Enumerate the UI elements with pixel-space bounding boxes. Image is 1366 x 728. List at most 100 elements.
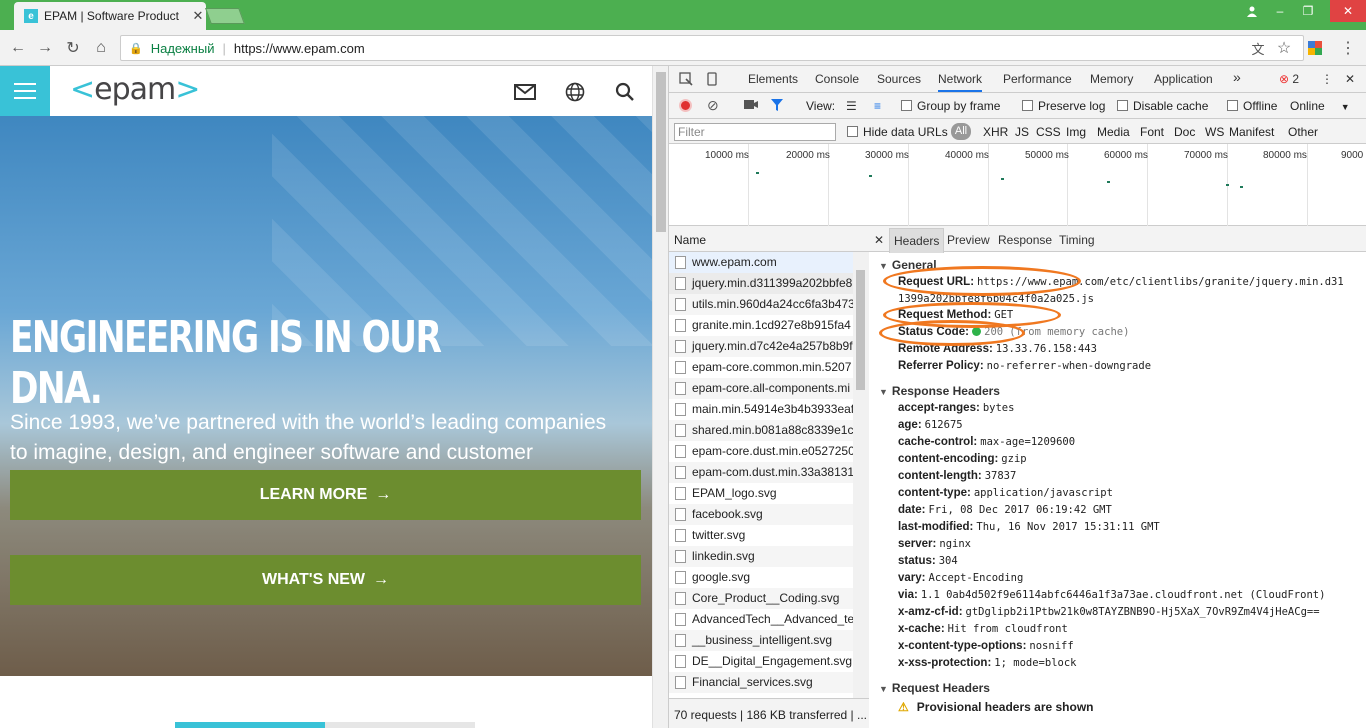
device-toggle-icon[interactable]: [705, 72, 719, 89]
filter-type-manifest[interactable]: Manifest: [1229, 125, 1274, 139]
request-row[interactable]: epam-core.dust.min.e0527250: [669, 441, 853, 462]
request-row[interactable]: epam-core.common.min.5207: [669, 357, 853, 378]
response-headers-section-header[interactable]: ▼ Response Headers: [879, 384, 1000, 398]
waterfall-icon[interactable]: ≡: [874, 99, 881, 113]
filter-type-media[interactable]: Media: [1097, 125, 1130, 139]
close-tab-icon[interactable]: ✕: [190, 8, 206, 24]
request-row[interactable]: epam-com.dust.min.33a38131: [669, 462, 853, 483]
filter-type-img[interactable]: Img: [1066, 125, 1086, 139]
request-row[interactable]: DE__Digital_Engagement.svg: [669, 651, 853, 672]
filter-type-js[interactable]: JS: [1015, 125, 1029, 139]
globe-icon[interactable]: [563, 80, 587, 104]
close-devtools-icon[interactable]: ✕: [1345, 72, 1355, 86]
close-window-button[interactable]: ✕: [1330, 0, 1366, 22]
devtools-menu-icon[interactable]: ⋮: [1321, 72, 1333, 86]
new-tab-button[interactable]: [205, 8, 245, 24]
disable-cache-checkbox[interactable]: Disable cache: [1117, 99, 1208, 113]
filter-type-doc[interactable]: Doc: [1174, 125, 1195, 139]
error-counter[interactable]: ⊗ 2: [1279, 72, 1299, 86]
request-row[interactable]: jquery.min.d7c42e4a257b8b9f: [669, 336, 853, 357]
tab-memory[interactable]: Memory: [1090, 72, 1133, 86]
url-text: https://www.epam.com: [233, 40, 365, 56]
tab-sources[interactable]: Sources: [877, 72, 921, 86]
timeline-request-mark: [1226, 184, 1229, 186]
tab-network[interactable]: Network: [938, 72, 983, 92]
more-tabs-icon[interactable]: »: [1233, 69, 1241, 85]
filter-funnel-icon[interactable]: [770, 98, 784, 115]
reload-button[interactable]: ↻: [63, 38, 83, 58]
record-icon[interactable]: [679, 99, 692, 112]
close-detail-icon[interactable]: ✕: [874, 233, 884, 247]
request-name: __business_intelligent.svg: [692, 633, 833, 647]
request-row[interactable]: twitter.svg: [669, 525, 853, 546]
epam-logo[interactable]: <epam>: [70, 72, 200, 107]
preserve-log-checkbox[interactable]: Preserve log: [1022, 99, 1105, 113]
request-row[interactable]: www.epam.com: [669, 252, 853, 273]
maximize-button[interactable]: ❐: [1294, 0, 1322, 22]
request-row[interactable]: Core_Product__Coding.svg: [669, 588, 853, 609]
forward-button[interactable]: →: [35, 38, 55, 58]
filter-input[interactable]: Filter: [674, 123, 836, 141]
request-row[interactable]: google.svg: [669, 567, 853, 588]
translate-icon[interactable]: 文: [1248, 38, 1268, 58]
header-value: 37837: [984, 470, 1017, 482]
search-icon[interactable]: [613, 80, 637, 104]
request-row[interactable]: __business_intelligent.svg: [669, 630, 853, 651]
browser-tab-active[interactable]: e EPAM | Software Product ✕: [14, 2, 206, 30]
tab-elements[interactable]: Elements: [748, 72, 798, 86]
request-row[interactable]: linkedin.svg: [669, 546, 853, 567]
request-row[interactable]: granite.min.1cd927e8b915fa4: [669, 315, 853, 336]
back-button[interactable]: ←: [8, 38, 28, 58]
request-row[interactable]: utils.min.960d4a24cc6fa3b473: [669, 294, 853, 315]
learn-more-button[interactable]: LEARN MORE →: [10, 470, 641, 520]
request-row[interactable]: facebook.svg: [669, 504, 853, 525]
clear-icon[interactable]: ⊘: [707, 97, 719, 114]
extension-icon[interactable]: [1305, 38, 1325, 58]
header-key: vary:: [898, 572, 926, 584]
address-bar[interactable]: 🔒 Надежный | https://www.epam.com: [120, 35, 1304, 61]
home-button[interactable]: ⌂: [91, 38, 111, 58]
user-profile-icon[interactable]: [1238, 0, 1266, 22]
filter-type-css[interactable]: CSS: [1036, 125, 1061, 139]
browser-menu-icon[interactable]: ⋮: [1338, 38, 1358, 58]
tab-headers[interactable]: Headers: [889, 228, 945, 253]
request-row[interactable]: AdvancedTech__Advanced_tec: [669, 609, 853, 630]
inspect-element-icon[interactable]: [679, 72, 693, 89]
request-row[interactable]: jquery.min.d311399a202bbfe8: [669, 273, 853, 294]
name-column-header[interactable]: Name: [669, 226, 869, 252]
filter-type-font[interactable]: Font: [1140, 125, 1164, 139]
tab-timing[interactable]: Timing: [1059, 233, 1095, 247]
request-row[interactable]: main.min.54914e3b4b3933eaf: [669, 399, 853, 420]
mail-icon[interactable]: [513, 80, 537, 104]
screenshot-camera-icon[interactable]: [743, 97, 759, 114]
header-value: max-age=1209600: [980, 436, 1076, 448]
filter-type-other[interactable]: Other: [1288, 125, 1318, 139]
request-row[interactable]: Financial_services.svg: [669, 672, 853, 693]
large-rows-icon[interactable]: ☰: [846, 99, 857, 113]
filter-type-all[interactable]: All: [951, 123, 971, 140]
network-overview-timeline[interactable]: 10000 ms 20000 ms 30000 ms 40000 ms 5000…: [669, 144, 1366, 226]
carousel-indicator[interactable]: [175, 722, 475, 728]
page-scrollbar[interactable]: [652, 66, 668, 728]
request-row[interactable]: EPAM_logo.svg: [669, 483, 853, 504]
request-headers-section-header[interactable]: ▼ Request Headers: [879, 681, 990, 695]
tab-application[interactable]: Application: [1154, 72, 1213, 86]
whats-new-button[interactable]: WHAT'S NEW →: [10, 555, 641, 605]
throttling-select[interactable]: Online ▼: [1290, 99, 1350, 113]
hide-data-urls-checkbox[interactable]: Hide data URLs: [847, 125, 948, 139]
request-list-scrollbar[interactable]: [853, 252, 869, 698]
offline-checkbox[interactable]: Offline: [1227, 99, 1277, 113]
minimize-button[interactable]: –: [1266, 0, 1294, 22]
tab-console[interactable]: Console: [815, 72, 859, 86]
tab-performance[interactable]: Performance: [1003, 72, 1072, 86]
hamburger-menu-icon[interactable]: [0, 66, 50, 116]
tab-preview[interactable]: Preview: [947, 233, 990, 247]
tab-response[interactable]: Response: [998, 233, 1052, 247]
response-header-row: server: nginx: [898, 538, 971, 550]
group-by-frame-checkbox[interactable]: Group by frame: [901, 99, 1000, 113]
filter-type-ws[interactable]: WS: [1205, 125, 1224, 139]
request-row[interactable]: epam-core.all-components.mi: [669, 378, 853, 399]
request-row[interactable]: shared.min.b081a88c8339e1c5: [669, 420, 853, 441]
filter-type-xhr[interactable]: XHR: [983, 125, 1008, 139]
bookmark-star-icon[interactable]: ☆: [1274, 38, 1294, 58]
